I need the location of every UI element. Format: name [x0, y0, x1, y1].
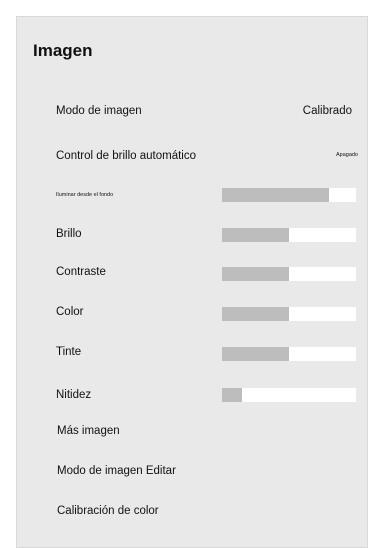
edit-picture-mode-label: Modo de imagen Editar — [57, 465, 176, 477]
edit-picture-mode-item[interactable]: Modo de imagen Editar — [16, 460, 368, 486]
slider-label-contrast: Contraste — [56, 266, 106, 278]
slider-track-color[interactable] — [222, 307, 356, 321]
slider-row-backlight[interactable]: Iluminar desde el fondo — [16, 184, 368, 206]
auto-brightness-value: Apagado — [335, 152, 358, 158]
slider-fill-sharpness — [222, 388, 243, 402]
slider-track-backlight[interactable] — [222, 188, 356, 202]
slider-track-contrast[interactable] — [222, 267, 356, 281]
color-calibration-label: Calibración de color — [57, 505, 159, 517]
picture-mode-label: Modo de imagen — [56, 105, 142, 117]
picture-mode-value: Calibrado — [302, 105, 352, 117]
slider-fill-brightness — [222, 228, 289, 242]
more-picture-item[interactable]: Más imagen — [16, 420, 368, 446]
slider-row-sharpness[interactable]: Nitidez — [16, 384, 368, 408]
slider-track-sharpness[interactable] — [222, 388, 356, 402]
slider-track-brightness[interactable] — [222, 228, 356, 242]
slider-label-color: Color — [56, 306, 84, 318]
auto-brightness-label: Control de brillo automático — [56, 150, 196, 162]
color-calibration-item[interactable]: Calibración de color — [16, 500, 368, 526]
slider-row-color[interactable]: Color — [16, 302, 368, 326]
slider-label-backlight: Iluminar desde el fondo — [56, 192, 114, 198]
auto-brightness-row[interactable]: Control de brillo automático Apagado — [16, 142, 368, 170]
slider-row-brightness[interactable]: Brillo — [16, 223, 368, 247]
slider-row-tint[interactable]: Tinte — [16, 342, 368, 366]
more-picture-label: Más imagen — [57, 425, 120, 437]
panel-title: Imagen — [33, 41, 93, 60]
slider-fill-contrast — [222, 267, 289, 281]
slider-label-brightness: Brillo — [56, 228, 82, 240]
slider-fill-tint — [222, 347, 289, 361]
slider-track-tint[interactable] — [222, 347, 356, 361]
slider-label-tint: Tinte — [56, 346, 82, 358]
slider-row-contrast[interactable]: Contraste — [16, 262, 368, 286]
slider-fill-backlight — [222, 188, 330, 202]
slider-fill-color — [222, 307, 289, 321]
slider-label-sharpness: Nitidez — [56, 389, 92, 401]
picture-mode-row[interactable]: Modo de imagen Calibrado — [16, 98, 368, 126]
